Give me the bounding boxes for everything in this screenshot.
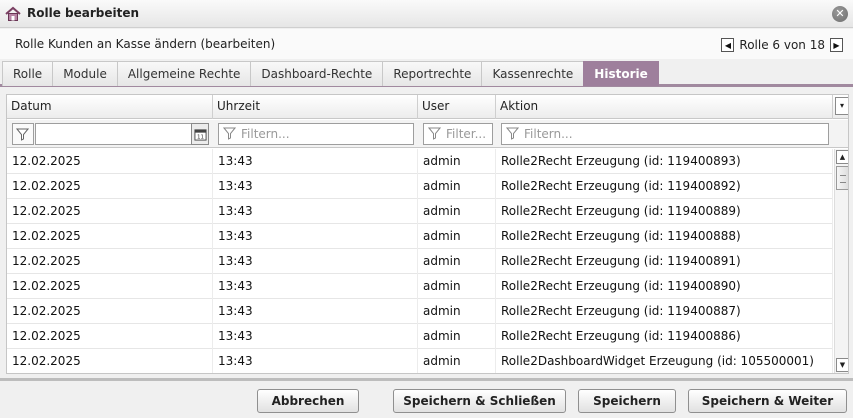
tab-kassenrechte[interactable]: Kassenrechte — [481, 61, 585, 86]
previous-record-button[interactable]: ◀ — [721, 38, 735, 52]
column-header-uhrzeit[interactable]: Uhrzeit — [213, 95, 418, 119]
save-and-next-button[interactable]: Speichern & Weiter — [688, 389, 847, 413]
filter-icon — [506, 127, 519, 140]
cell-uhrzeit: 13:43 — [213, 324, 418, 349]
user-filter-placeholder: Filter... — [446, 127, 487, 141]
save-and-close-button[interactable]: Speichern & Schließen — [393, 389, 566, 413]
svg-text:11: 11 — [196, 135, 204, 141]
filter-icon — [16, 128, 29, 141]
cell-datum: 12.02.2025 — [7, 349, 213, 373]
vertical-scrollbar[interactable]: ▲ ▼ — [834, 149, 848, 373]
dialog-subheader: Rolle Kunden an Kasse ändern (bearbeiten… — [0, 29, 853, 59]
tab-historie[interactable]: Historie — [583, 61, 659, 86]
table-row[interactable]: 12.02.2025 13:43 admin Rolle2Recht Erzeugun… — [7, 174, 833, 199]
cell-aktion: Rolle2Recht Erzeugung (id: 119400891) — [496, 249, 833, 274]
cell-uhrzeit: 13:43 — [213, 224, 418, 249]
column-menu-icon[interactable]: ▾ — [835, 97, 848, 115]
cell-datum: 12.02.2025 — [7, 324, 213, 349]
cell-datum: 12.02.2025 — [7, 199, 213, 224]
tab-rolle[interactable]: Rolle — [2, 61, 54, 86]
table-row[interactable]: 12.02.2025 13:43 admin Rolle2Recht Erzeugun… — [7, 199, 833, 224]
window-title: Rolle bearbeiten — [27, 6, 140, 20]
next-record-button[interactable]: ▶ — [830, 38, 843, 52]
cell-datum: 12.02.2025 — [7, 224, 213, 249]
record-title: Rolle Kunden an Kasse ändern (bearbeiten… — [15, 37, 276, 51]
dialog-footer: Abbrechen Speichern & Schließen Speicher… — [0, 378, 853, 418]
cell-datum: 12.02.2025 — [7, 174, 213, 199]
cell-user: admin — [418, 249, 496, 274]
tab-allgemeine-rechte[interactable]: Allgemeine Rechte — [116, 61, 252, 86]
time-filter-input[interactable]: Filtern... — [218, 123, 414, 145]
date-filter-input[interactable] — [35, 123, 209, 145]
cell-user: admin — [418, 299, 496, 324]
column-header-datum[interactable]: Datum — [7, 95, 213, 119]
cell-user: admin — [418, 324, 496, 349]
cell-datum: 12.02.2025 — [7, 274, 213, 299]
cell-user: admin — [418, 349, 496, 373]
window-titlebar: Rolle bearbeiten ✕ — [0, 0, 853, 28]
cell-uhrzeit: 13:43 — [213, 299, 418, 324]
cell-aktion: Rolle2Recht Erzeugung (id: 119400886) — [496, 324, 833, 349]
pager-label: Rolle 6 von 18 — [739, 38, 825, 52]
cell-aktion: Rolle2Recht Erzeugung (id: 119400890) — [496, 274, 833, 299]
history-grid: Datum Uhrzeit User Aktion ▾ 11 Filtern..… — [6, 94, 849, 374]
table-row[interactable]: 12.02.2025 13:43 admin Rolle2Recht Erzeugun… — [7, 324, 833, 349]
cell-datum: 12.02.2025 — [7, 299, 213, 324]
action-filter-placeholder: Filtern... — [524, 127, 573, 141]
cell-uhrzeit: 13:43 — [213, 249, 418, 274]
filter-icon — [223, 127, 236, 140]
table-row[interactable]: 12.02.2025 13:43 admin Rolle2Recht Erzeugun… — [7, 224, 833, 249]
column-header-aktion[interactable]: Aktion — [496, 95, 833, 119]
cell-aktion: Rolle2DashboardWidget Erzeugung (id: 105… — [496, 349, 833, 373]
cell-datum: 12.02.2025 — [7, 149, 213, 174]
cell-user: admin — [418, 199, 496, 224]
tab-strip: Rolle Module Allgemeine Rechte Dashboard… — [0, 59, 853, 87]
cell-uhrzeit: 13:43 — [213, 199, 418, 224]
cell-uhrzeit: 13:43 — [213, 274, 418, 299]
tab-module[interactable]: Module — [52, 61, 118, 86]
tab-dashboard-rechte[interactable]: Dashboard-Rechte — [250, 61, 384, 86]
cell-aktion: Rolle2Recht Erzeugung (id: 119400888) — [496, 224, 833, 249]
cell-aktion: Rolle2Recht Erzeugung (id: 119400889) — [496, 199, 833, 224]
cell-uhrzeit: 13:43 — [213, 349, 418, 373]
cell-user: admin — [418, 224, 496, 249]
filter-icon — [428, 127, 441, 140]
table-row[interactable]: 12.02.2025 13:43 admin Rolle2Recht Erzeugun… — [7, 299, 833, 324]
table-row[interactable]: 12.02.2025 13:43 admin Rolle2DashboardWidge… — [7, 349, 833, 373]
date-filter-mode-button[interactable] — [12, 123, 34, 145]
cell-uhrzeit: 13:43 — [213, 149, 418, 174]
cancel-button[interactable]: Abbrechen — [257, 389, 359, 413]
save-button[interactable]: Speichern — [578, 389, 676, 413]
cell-datum: 12.02.2025 — [7, 249, 213, 274]
scroll-down-icon[interactable]: ▼ — [836, 358, 848, 372]
table-row[interactable]: 12.02.2025 13:43 admin Rolle2Recht Erzeugun… — [7, 249, 833, 274]
cell-aktion: Rolle2Recht Erzeugung (id: 119400892) — [496, 174, 833, 199]
record-pager: ◀ Rolle 6 von 18 ▶ — [721, 37, 843, 53]
tab-reportrechte[interactable]: Reportrechte — [382, 61, 483, 86]
grid-body: 12.02.2025 13:43 admin Rolle2Recht Erzeugun… — [7, 149, 833, 373]
scroll-up-icon[interactable]: ▲ — [836, 150, 848, 164]
cell-aktion: Rolle2Recht Erzeugung (id: 119400887) — [496, 299, 833, 324]
cell-aktion: Rolle2Recht Erzeugung (id: 119400893) — [496, 149, 833, 174]
cell-user: admin — [418, 149, 496, 174]
scroll-thumb[interactable] — [836, 166, 848, 190]
close-icon[interactable]: ✕ — [832, 6, 848, 22]
time-filter-placeholder: Filtern... — [241, 127, 290, 141]
filter-row: 11 Filtern... Filter... Filtern... — [7, 120, 848, 148]
house-icon — [5, 6, 21, 21]
grid-header: Datum Uhrzeit User Aktion ▾ — [7, 95, 848, 119]
cell-user: admin — [418, 174, 496, 199]
table-row[interactable]: 12.02.2025 13:43 admin Rolle2Recht Erzeugun… — [7, 149, 833, 174]
cell-user: admin — [418, 274, 496, 299]
calendar-icon[interactable]: 11 — [191, 123, 209, 145]
table-row[interactable]: 12.02.2025 13:43 admin Rolle2Recht Erzeugun… — [7, 274, 833, 299]
user-filter-input[interactable]: Filter... — [423, 123, 493, 145]
column-header-user[interactable]: User — [418, 95, 496, 119]
cell-uhrzeit: 13:43 — [213, 174, 418, 199]
action-filter-input[interactable]: Filtern... — [501, 123, 829, 145]
